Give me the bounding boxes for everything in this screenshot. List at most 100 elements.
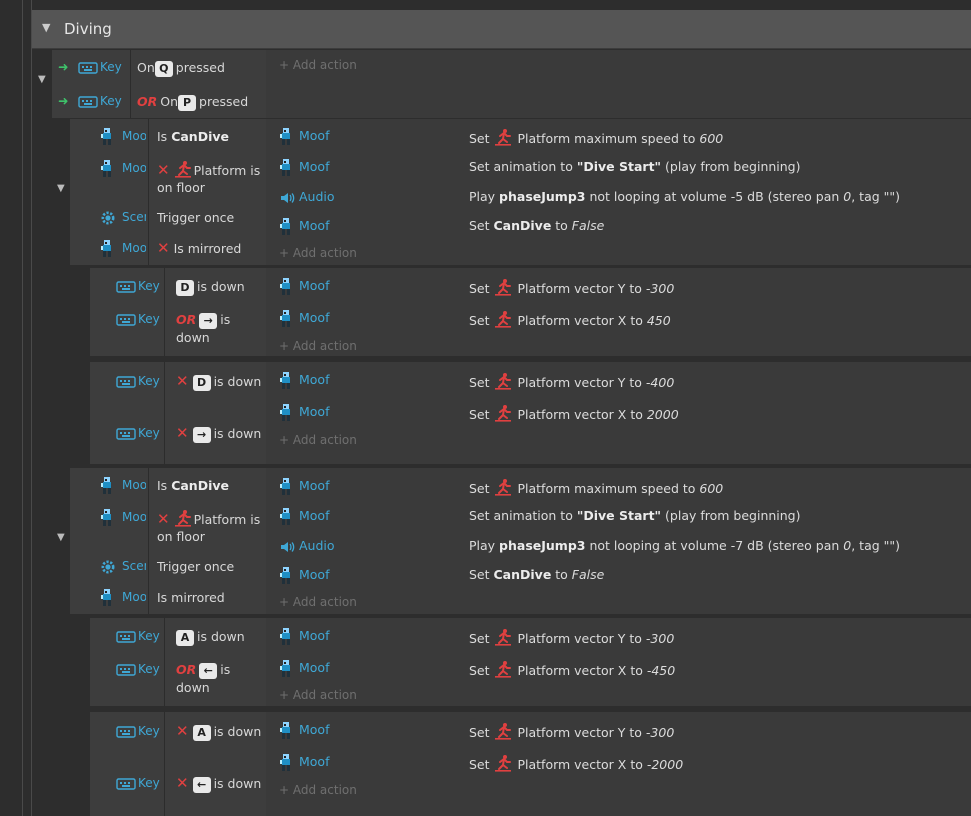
inverted-condition-icon: ✕ [176,424,189,442]
condition-row[interactable]: Moof ✕Is mirrored [70,239,266,271]
moof-sprite-icon [100,588,114,608]
condition-row[interactable]: Key OR ← is down [90,660,266,695]
action-text[interactable]: Set animation to "Dive Start" (play from… [469,508,801,523]
action-row[interactable]: Moof Set Platform vector Y to -300 [277,277,971,299]
action-text[interactable]: Set Platform vector X to 450 [469,310,671,328]
condition-row[interactable]: Key Ais down [90,627,266,659]
add-action-button[interactable]: + Add action [279,339,357,353]
action-text[interactable]: Set animation to "Dive Start" (play from… [469,159,801,174]
action-row[interactable]: Moof Set Platform vector X to -450 [277,659,971,681]
add-action-button[interactable]: + Add action [279,433,357,447]
action-row[interactable]: Audio Play phaseJump3 not looping at volu… [277,188,971,210]
action-text[interactable]: Set Platform vector Y to -300 [469,278,674,296]
action-text[interactable]: Play phaseJump3 not looping at volume -7… [469,538,900,553]
condition-text[interactable]: ✕ → is down [176,425,262,443]
event-block[interactable]: Key ✕ Ais down Key ✕ ← is down Moof Set Platform… [90,712,971,816]
add-action-button[interactable]: + Add action [279,595,357,609]
event-block[interactable]: Key Ais down Key OR ← is down Moof Set Platform… [90,618,971,706]
condition-text[interactable]: On Qpressed [137,59,262,77]
action-object-name: Moof [299,754,330,769]
condition-row[interactable]: Key ✕ → is down [90,424,266,456]
condition-text[interactable]: ✕ Platform is on floor [157,509,262,545]
action-text[interactable]: Set Platform maximum speed to 600 [469,478,723,496]
action-row[interactable]: Moof Set Platform vector Y to -300 [277,627,971,649]
condition-text[interactable]: OR On Ppressed [137,93,262,111]
action-row[interactable]: Moof Set CanDive to False [277,217,971,239]
condition-text[interactable]: Dis down [176,278,262,296]
action-text[interactable]: Set CanDive to False [469,567,604,582]
action-row[interactable]: Moof Set Platform maximum speed to 600 [277,127,971,149]
condition-text[interactable]: ✕ ← is down [176,775,262,793]
event-block[interactable]: Key ✕ Dis down Key ✕ → is down Moof Set Platform… [90,362,971,464]
event-fold-toggle-icon[interactable]: ▼ [38,74,46,85]
condition-text[interactable]: Trigger once [157,209,262,226]
condition-text[interactable]: Is mirrored [157,589,262,606]
condition-row[interactable]: Key ✕ ← is down [90,774,266,806]
plus-icon: + [279,783,293,797]
condition-row[interactable]: Key Dis down [90,277,266,309]
conditions-column[interactable]: Key Ais down Key OR ← is down [90,618,266,706]
condition-row[interactable]: ➜ Key On Qpressed [52,58,266,90]
action-row[interactable]: Audio Play phaseJump3 not looping at volu… [277,537,971,559]
condition-row[interactable]: Moof ✕Platform is on floor [70,159,266,195]
action-text[interactable]: Set Platform maximum speed to 600 [469,128,723,146]
conditions-column[interactable]: ➜ Key On Qpressed ➜ Key OR On Ppressed [52,50,266,118]
action-text[interactable]: Set Platform vector Y to -300 [469,628,674,646]
action-text[interactable]: Play phaseJump3 not looping at volume -5… [469,189,900,204]
event-block[interactable]: ➜ Key On Qpressed ➜ Key OR On Ppressed + Add acti… [52,50,971,118]
condition-row[interactable]: Key ✕ Dis down [90,372,266,404]
condition-row[interactable]: Moof Is CanDive [70,476,266,508]
action-row[interactable]: Moof Set Platform vector X to 2000 [277,403,971,425]
condition-text[interactable]: Trigger once [157,558,262,575]
event-fold-toggle-icon[interactable]: ▼ [57,532,65,543]
condition-text[interactable]: Is CanDive [157,128,262,145]
conditions-column[interactable]: MoofIs CanDiveMoof✕Platform is on floor S… [70,468,266,614]
action-row[interactable]: Moof Set animation to "Dive Start" (play … [277,507,971,529]
condition-text[interactable]: Is CanDive [157,477,262,494]
conditions-column[interactable]: Key Dis down Key OR → is down [90,268,266,356]
condition-text[interactable]: Ais down [176,628,262,646]
event-fold-toggle-icon[interactable]: ▼ [57,183,65,194]
action-row[interactable]: Moof Set animation to "Dive Start" (play … [277,158,971,180]
collapse-triangle-icon[interactable]: ▼ [42,21,50,34]
action-row[interactable]: Moof Set Platform vector Y to -300 [277,721,971,743]
action-text[interactable]: Set Platform vector X to -2000 [469,754,683,772]
action-text[interactable]: Set Platform vector X to -450 [469,660,675,678]
conditions-column[interactable]: Key ✕ Dis down Key ✕ → is down [90,362,266,464]
action-text[interactable]: Set Platform vector Y to -300 [469,722,674,740]
add-action-button[interactable]: + Add action [279,58,357,72]
action-row[interactable]: Moof Set Platform vector X to -2000 [277,753,971,775]
condition-row[interactable]: Key OR → is down [90,310,266,345]
condition-row[interactable]: Moof Is mirrored [70,588,266,620]
condition-text[interactable]: ✕ Ais down [176,723,262,741]
action-text[interactable]: Set Platform vector X to 2000 [469,404,679,422]
add-action-button[interactable]: + Add action [279,688,357,702]
conditions-column[interactable]: Key ✕ Ais down Key ✕ ← is down [90,712,266,816]
event-block[interactable]: Key Dis down Key OR → is down Moof Set Platform… [90,268,971,356]
condition-text[interactable]: ✕ Platform is on floor [157,160,262,196]
condition-text[interactable]: ✕ Is mirrored [157,240,262,257]
action-row[interactable]: Moof Set Platform maximum speed to 600 [277,477,971,499]
text-fragment: Platform maximum speed to [513,481,700,496]
condition-row[interactable]: Moof ✕Platform is on floor [70,508,266,544]
action-text[interactable]: Set Platform vector Y to -400 [469,372,674,390]
group-header-diving[interactable]: ▼ Diving [32,10,971,49]
action-row[interactable]: Moof Set Platform vector Y to -400 [277,371,971,393]
action-row[interactable]: Moof Set CanDive to False [277,566,971,588]
add-action-button[interactable]: + Add action [279,783,357,797]
moof-sprite-icon [279,627,293,647]
condition-text[interactable]: OR → is down [176,311,262,346]
action-row[interactable]: Moof Set Platform vector X to 450 [277,309,971,331]
add-action-label: Add action [292,783,357,797]
event-block[interactable]: MoofIs CanDiveMoof✕Platform is on floor S… [70,119,971,265]
condition-row[interactable]: Key ✕ Ais down [90,722,266,754]
condition-row[interactable]: Moof Is CanDive [70,127,266,159]
conditions-column[interactable]: MoofIs CanDiveMoof✕Platform is on floor S… [70,119,266,265]
condition-row[interactable]: Scene Trigger once [70,557,266,589]
event-block[interactable]: MoofIs CanDiveMoof✕Platform is on floor S… [70,468,971,614]
action-text[interactable]: Set CanDive to False [469,218,604,233]
add-action-button[interactable]: + Add action [279,246,357,260]
condition-row[interactable]: Scene Trigger once [70,208,266,240]
condition-text[interactable]: OR ← is down [176,661,262,696]
condition-text[interactable]: ✕ Dis down [176,373,262,391]
